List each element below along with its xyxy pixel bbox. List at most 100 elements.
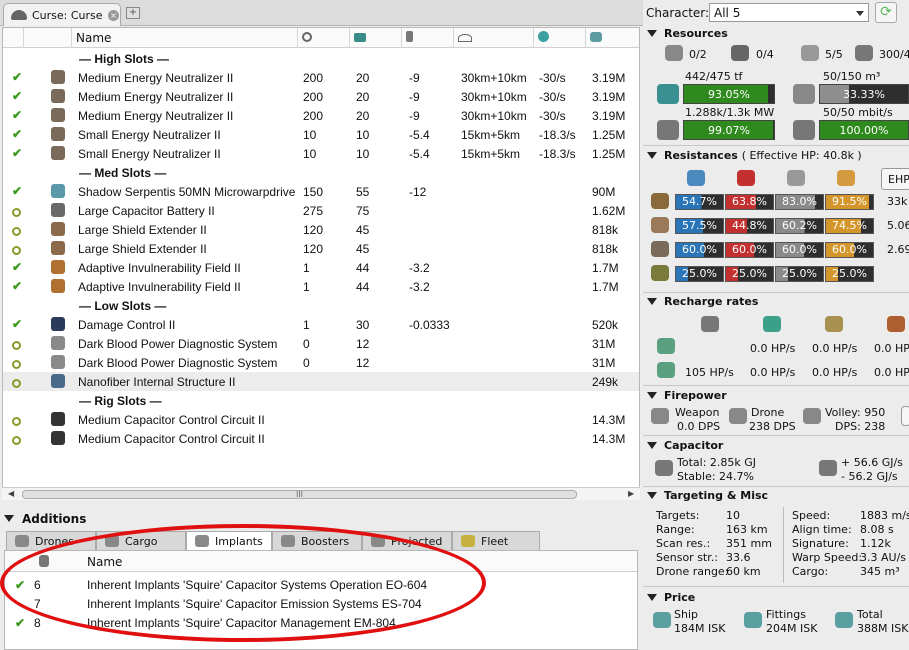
module-c2: 44 — [356, 261, 370, 275]
refresh-icon[interactable]: ⟳ — [875, 2, 897, 23]
scroll-right-icon[interactable]: ▶ — [628, 489, 634, 498]
module-c2: 75 — [356, 204, 370, 218]
scroll-grip: III — [295, 490, 304, 499]
module-icon — [51, 374, 65, 388]
damage-pattern-button[interactable] — [901, 406, 909, 426]
module-name: Damage Control II — [78, 318, 176, 332]
optimal-icon[interactable] — [538, 31, 549, 42]
module-c1: 275 — [303, 204, 324, 218]
thermal-icon — [737, 170, 755, 186]
module-row[interactable]: ✔ Damage Control II 1 30 -0.0333 520k — [3, 315, 639, 334]
module-row[interactable]: ✔ Small Energy Neutralizer II 10 10 -5.4 15km… — [3, 144, 639, 163]
online-check-icon[interactable]: ✔ — [12, 279, 22, 293]
module-c1: 150 — [303, 185, 324, 199]
online-check-icon[interactable]: ✔ — [12, 317, 22, 331]
section-rig-slots: — Rig Slots — — [79, 394, 162, 408]
module-row[interactable]: Dark Blood Power Diagnostic System 0 12 31M — [3, 353, 639, 372]
module-row[interactable]: Dark Blood Power Diagnostic System 0 12 31M — [3, 334, 639, 353]
module-row[interactable]: Nanofiber Internal Structure II 249k — [3, 372, 639, 391]
tab-cargo-label: Cargo — [125, 535, 158, 548]
module-row[interactable]: Medium Capacitor Control Circuit II 14.3M — [3, 410, 639, 429]
implant-row[interactable]: ✔ 8 Inherent Implants 'Squire' Capacitor M… — [5, 613, 637, 632]
firepower-title[interactable]: Firepower — [647, 389, 727, 402]
online-check-icon[interactable]: ✔ — [12, 70, 22, 84]
shield-layer-icon — [651, 193, 669, 209]
total-price-label: Total — [857, 608, 883, 621]
cpu-text: 442/475 tf — [685, 70, 743, 83]
module-c3: -3.2 — [409, 261, 430, 275]
tab-fleet[interactable]: Fleet — [452, 531, 540, 550]
module-row[interactable]: ✔ Shadow Serpentis 50MN Microwarpdrive 150… — [3, 182, 639, 201]
module-icon — [51, 184, 65, 198]
turret-icon — [665, 45, 683, 61]
implant-row[interactable]: ✔ 6 Inherent Implants 'Squire' Capacitor S… — [5, 575, 637, 594]
implant-list[interactable]: Name ✔ 6 Inherent Implants 'Squire' Capaci… — [4, 550, 638, 650]
tab-projected[interactable]: Projected — [362, 531, 452, 550]
armor-layer-icon — [651, 217, 669, 233]
module-row[interactable]: ✔ Small Energy Neutralizer II 10 10 -5.4 15km… — [3, 125, 639, 144]
character-select[interactable]: All 5 — [709, 3, 869, 22]
close-icon[interactable]: × — [108, 10, 119, 21]
resources-title[interactable]: Resources — [647, 27, 728, 40]
recharge-title[interactable]: Recharge rates — [647, 295, 758, 308]
weapon-dps: 0.0 DPS — [677, 420, 721, 433]
column-name[interactable]: Name — [72, 28, 298, 48]
active-check-icon[interactable]: ✔ — [15, 616, 25, 630]
implant-row[interactable]: 7 Inherent Implants 'Squire' Capacitor Em… — [5, 594, 637, 613]
layer-hp: 33k — [887, 195, 908, 208]
tab-cargo[interactable]: Cargo — [96, 531, 186, 550]
online-check-icon[interactable]: ✔ — [12, 260, 22, 274]
module-list[interactable]: Name — High Slots — ✔ Medium Energy Neutra… — [2, 27, 640, 500]
module-row[interactable]: ✔ Medium Energy Neutralizer II 200 20 -9 30km… — [3, 106, 639, 125]
tab-drones[interactable]: Drones — [6, 531, 96, 550]
tab-implants[interactable]: Implants — [186, 531, 272, 550]
resist-bar: 60.2% — [775, 218, 824, 234]
module-c4: 15km+5km — [461, 147, 521, 161]
module-row[interactable]: ✔ Medium Energy Neutralizer II 200 20 -9 30km… — [3, 87, 639, 106]
price-title[interactable]: Price — [647, 591, 695, 604]
module-row[interactable]: ✔ Medium Energy Neutralizer II 200 20 -9 30km… — [3, 68, 639, 87]
module-row[interactable]: Large Shield Extender II 120 45 818k — [3, 239, 639, 258]
fit-tab[interactable]: Curse: Curse × — [3, 3, 121, 26]
resistances-title[interactable]: Resistances ( Effective HP: 40.8k ) — [647, 149, 862, 162]
module-icon — [51, 146, 65, 160]
active-check-icon[interactable]: ✔ — [15, 578, 25, 592]
capacitor-icon[interactable] — [406, 31, 413, 42]
price-icon[interactable] — [590, 32, 602, 42]
tab-drones-label: Drones — [35, 535, 74, 548]
drone-icon — [801, 45, 819, 61]
online-check-icon[interactable]: ✔ — [12, 108, 22, 122]
powergrid-icon[interactable] — [354, 33, 366, 42]
module-icon — [51, 431, 65, 445]
scroll-left-icon[interactable]: ◀ — [8, 489, 14, 498]
online-check-icon[interactable]: ✔ — [12, 89, 22, 103]
module-c1: 200 — [303, 90, 324, 104]
range-icon[interactable] — [458, 34, 472, 42]
module-hscrollbar[interactable]: ◀ III ▶ — [2, 487, 640, 500]
resistances-title-text: Resistances — [664, 149, 738, 162]
tab-boosters[interactable]: Boosters — [272, 531, 362, 550]
hull-layer-icon — [651, 241, 669, 257]
capacitor-title[interactable]: Capacitor — [647, 439, 723, 452]
targeting-title[interactable]: Targeting & Misc — [647, 489, 768, 502]
module-name: Dark Blood Power Diagnostic System — [78, 337, 278, 351]
module-row[interactable]: ✔ Adaptive Invulnerability Field II 1 44 -3.… — [3, 277, 639, 296]
ehp-button[interactable]: EHP — [881, 168, 909, 190]
module-name: Medium Energy Neutralizer II — [78, 71, 234, 85]
fit-tab-label: Curse: Curse — [32, 9, 103, 22]
online-check-icon[interactable]: ✔ — [12, 146, 22, 160]
cpu-icon[interactable] — [302, 32, 312, 42]
module-row[interactable]: Large Shield Extender II 120 45 818k — [3, 220, 639, 239]
online-check-icon[interactable]: ✔ — [12, 127, 22, 141]
online-check-icon[interactable]: ✔ — [12, 184, 22, 198]
shield-recharge-icon — [701, 316, 719, 332]
implant-column-name[interactable]: Name — [87, 555, 122, 569]
scroll-thumb[interactable]: III — [22, 490, 577, 499]
new-tab-icon[interactable]: + — [126, 7, 140, 19]
module-row[interactable]: Medium Capacitor Control Circuit II 14.3M — [3, 429, 639, 448]
module-name: Medium Energy Neutralizer II — [78, 109, 234, 123]
module-row[interactable]: Large Capacitor Battery II 275 75 1.62M — [3, 201, 639, 220]
module-row[interactable]: ✔ Adaptive Invulnerability Field II 1 44 -3.… — [3, 258, 639, 277]
resist-bar: 83.0% — [775, 194, 824, 210]
collapse-additions-icon[interactable] — [4, 515, 14, 522]
